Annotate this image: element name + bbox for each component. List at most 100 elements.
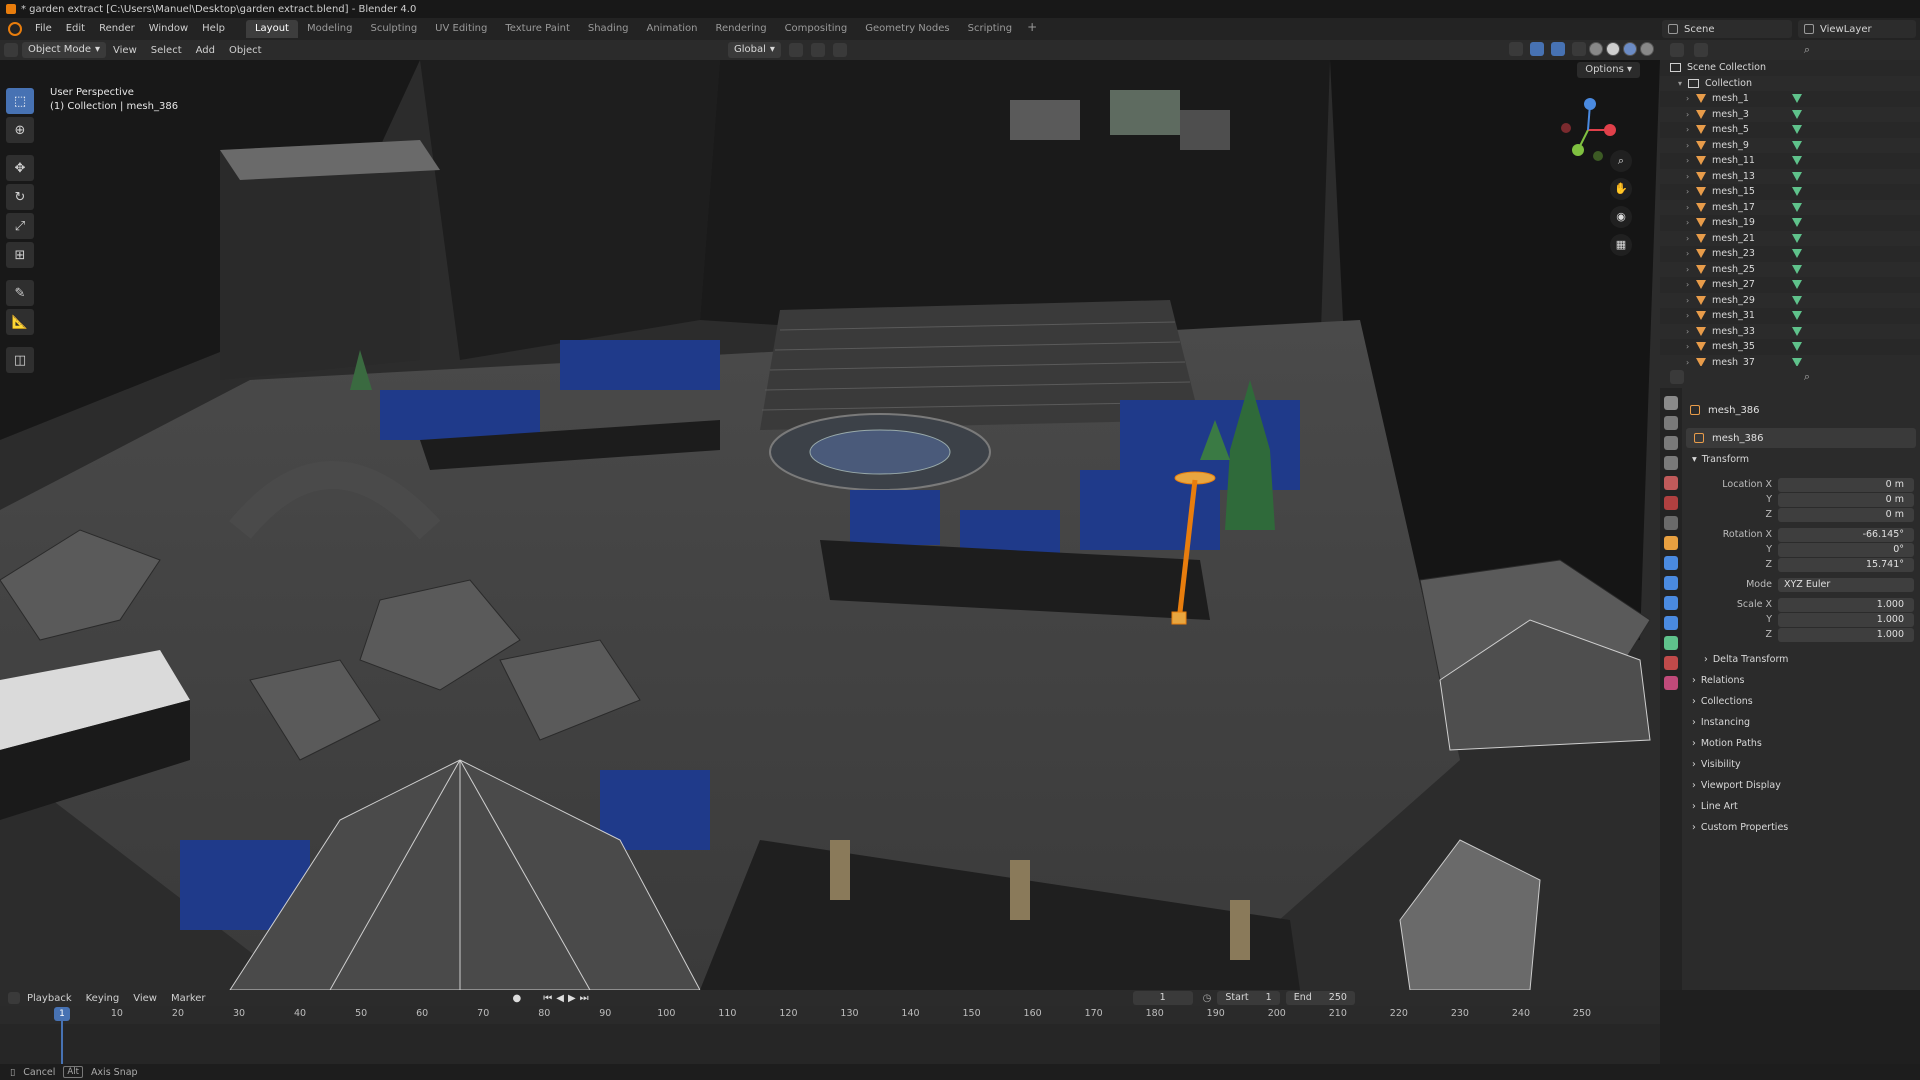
outliner-item[interactable]: › mesh_31 (1660, 308, 1920, 324)
menu-view[interactable]: View (106, 45, 144, 56)
solid-shading-icon[interactable] (1606, 42, 1620, 56)
object-name-field[interactable]: mesh_386 (1686, 428, 1916, 448)
timeline-ruler[interactable]: 10 20 30 40 50 60 70 80 90 100 110 120 130 140 150 160 1… (0, 1006, 1660, 1024)
menu-render[interactable]: Render (92, 20, 142, 38)
start-frame-field[interactable]: Start 1 (1217, 991, 1280, 1005)
add-cube-tool-icon[interactable]: ◫ (6, 347, 34, 373)
outliner-item[interactable]: › mesh_9 (1660, 137, 1920, 153)
expand-arrow-icon[interactable]: › (1686, 125, 1696, 134)
relations-section[interactable]: › Relations (1692, 675, 1744, 686)
options-dropdown[interactable]: Options ▾ (1577, 62, 1640, 78)
tab-shading[interactable]: Shading (579, 20, 638, 38)
outliner-item[interactable]: › mesh_3 (1660, 106, 1920, 122)
expand-arrow-icon[interactable]: › (1686, 218, 1696, 227)
expand-arrow-icon[interactable]: › (1686, 203, 1696, 212)
editor-type-icon[interactable] (4, 43, 18, 57)
scene-collection-row[interactable]: Scene Collection (1660, 60, 1920, 76)
outliner-item[interactable]: › mesh_23 (1660, 246, 1920, 262)
end-frame-field[interactable]: End 250 (1285, 991, 1355, 1005)
expand-arrow-icon[interactable]: › (1686, 280, 1696, 289)
expand-arrow-icon[interactable]: › (1686, 358, 1696, 366)
playback-controls[interactable]: ⏮◀▶⏭ (543, 993, 592, 1004)
particles-tab-icon[interactable] (1664, 576, 1678, 590)
timeline-body[interactable] (0, 1024, 1660, 1064)
expand-arrow-icon[interactable]: › (1686, 172, 1696, 181)
rotation-x-field[interactable]: -66.145° (1778, 528, 1914, 542)
tab-geometry-nodes[interactable]: Geometry Nodes (856, 20, 958, 38)
proportional-edit-icon[interactable] (832, 43, 847, 57)
outliner-item[interactable]: › mesh_17 (1660, 199, 1920, 215)
snap-icon[interactable] (810, 43, 825, 57)
tab-rendering[interactable]: Rendering (706, 20, 775, 38)
search-icon[interactable]: ⌕ (1804, 43, 1810, 57)
select-box-tool-icon[interactable]: ⬚ (6, 88, 34, 114)
gizmo-toggle-icon[interactable] (1530, 42, 1544, 56)
view-layer-tab-icon[interactable] (1664, 456, 1678, 470)
modifier-tab-icon[interactable] (1664, 556, 1678, 570)
zoom-icon[interactable]: ⌕ (1610, 150, 1632, 172)
material-shading-icon[interactable] (1623, 42, 1637, 56)
custom-properties-section[interactable]: › Custom Properties (1692, 822, 1788, 833)
outliner-item[interactable]: › mesh_33 (1660, 323, 1920, 339)
output-tab-icon[interactable] (1664, 436, 1678, 450)
menu-keying[interactable]: Keying (79, 993, 127, 1004)
tool-tab-icon[interactable] (1664, 396, 1678, 410)
cursor-tool-icon[interactable]: ⊕ (6, 117, 34, 143)
outliner-item[interactable]: › mesh_13 (1660, 168, 1920, 184)
menu-select[interactable]: Select (144, 45, 189, 56)
world-tab-icon[interactable] (1664, 496, 1678, 510)
rotation-mode-dropdown[interactable]: XYZ Euler (1778, 578, 1914, 592)
tab-sculpting[interactable]: Sculpting (361, 20, 426, 38)
expand-arrow-icon[interactable]: › (1686, 296, 1696, 305)
outliner-item[interactable]: › mesh_15 (1660, 184, 1920, 200)
expand-arrow-icon[interactable]: › (1686, 311, 1696, 320)
timeline-editor-icon[interactable] (8, 992, 20, 1004)
collection-tab-icon[interactable] (1664, 516, 1678, 530)
delta-transform-section[interactable]: › Delta Transform (1704, 654, 1788, 665)
add-workspace-button[interactable]: + (1021, 20, 1043, 38)
visibility-icon[interactable] (1509, 42, 1523, 56)
outliner-item[interactable]: › mesh_1 (1660, 91, 1920, 107)
annotate-tool-icon[interactable]: ✎ (6, 280, 34, 306)
expand-arrow-icon[interactable]: › (1686, 342, 1696, 351)
rotation-y-field[interactable]: 0° (1778, 543, 1914, 557)
blender-logo-icon[interactable] (8, 22, 22, 36)
render-tab-icon[interactable] (1664, 416, 1678, 430)
camera-icon[interactable]: ◉ (1610, 206, 1632, 228)
tab-uv-editing[interactable]: UV Editing (426, 20, 496, 38)
mode-dropdown[interactable]: Object Mode ▾ (22, 42, 107, 58)
scale-z-field[interactable]: 1.000 (1778, 628, 1914, 642)
scale-x-field[interactable]: 1.000 (1778, 598, 1914, 612)
scene-selector[interactable]: Scene (1662, 20, 1792, 38)
tab-layout[interactable]: Layout (245, 20, 298, 38)
tab-animation[interactable]: Animation (638, 20, 707, 38)
expand-arrow-icon[interactable]: › (1686, 234, 1696, 243)
expand-arrow-icon[interactable]: › (1686, 187, 1696, 196)
expand-arrow-icon[interactable]: › (1686, 141, 1696, 150)
display-mode-icon[interactable] (1694, 43, 1708, 57)
menu-object[interactable]: Object (222, 45, 269, 56)
object-tab-icon[interactable] (1664, 536, 1678, 550)
menu-add[interactable]: Add (189, 45, 222, 56)
ortho-grid-icon[interactable]: ▦ (1610, 234, 1632, 256)
menu-marker[interactable]: Marker (164, 993, 213, 1004)
current-frame-field[interactable]: 1 (1132, 991, 1193, 1005)
measure-tool-icon[interactable]: 📐 (6, 309, 34, 335)
menu-playback[interactable]: Playback (20, 993, 79, 1004)
expand-arrow-icon[interactable]: › (1686, 249, 1696, 258)
scale-y-field[interactable]: 1.000 (1778, 613, 1914, 627)
orientation-dropdown[interactable]: Global ▾ (728, 42, 781, 58)
location-z-field[interactable]: 0 m (1778, 508, 1914, 522)
constraints-tab-icon[interactable] (1664, 616, 1678, 630)
scale-tool-icon[interactable]: ⤢ (6, 213, 34, 239)
outliner-item[interactable]: › mesh_35 (1660, 339, 1920, 355)
outliner-item[interactable]: › mesh_29 (1660, 292, 1920, 308)
viewport-display-section[interactable]: › Viewport Display (1692, 780, 1781, 791)
outliner-item[interactable]: › mesh_5 (1660, 122, 1920, 138)
physics-tab-icon[interactable] (1664, 596, 1678, 610)
rotate-tool-icon[interactable]: ↻ (6, 184, 34, 210)
wireframe-shading-icon[interactable] (1589, 42, 1603, 56)
outliner-item[interactable]: › mesh_37 (1660, 354, 1920, 366)
pivot-icon[interactable] (788, 43, 803, 57)
motion-paths-section[interactable]: › Motion Paths (1692, 738, 1762, 749)
